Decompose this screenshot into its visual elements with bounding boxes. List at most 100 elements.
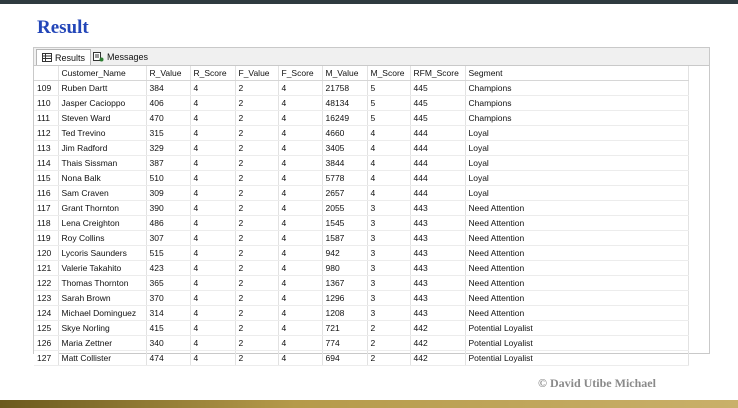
table-row[interactable]: 118 Lena Creighton 486 4 2 4 1545 3 443 Need Atte… (34, 215, 689, 231)
table-cell[interactable]: 2 (235, 230, 279, 246)
table-cell[interactable]: 2 (235, 110, 279, 126)
table-cell[interactable]: 390 (146, 200, 191, 216)
table-cell[interactable]: Sam Craven (58, 185, 147, 201)
table-cell[interactable]: 4 (278, 305, 323, 321)
table-cell[interactable]: 4 (278, 335, 323, 351)
table-row[interactable]: 115 Nona Balk 510 4 2 4 5778 4 444 Loyal (34, 170, 689, 186)
table-cell[interactable]: 2055 (322, 200, 368, 216)
table-cell[interactable]: 2 (235, 215, 279, 231)
table-cell[interactable]: 2 (235, 200, 279, 216)
table-cell[interactable]: 445 (410, 80, 466, 96)
table-cell[interactable]: 443 (410, 305, 466, 321)
table-cell[interactable]: 4 (278, 155, 323, 171)
row-number[interactable]: 122 (34, 275, 59, 291)
table-cell[interactable]: 415 (146, 320, 191, 336)
table-cell[interactable]: 2 (367, 335, 411, 351)
table-cell[interactable]: Jasper Cacioppo (58, 95, 147, 111)
table-cell[interactable]: Michael Dominguez (58, 305, 147, 321)
row-number[interactable]: 111 (34, 110, 59, 126)
table-row[interactable]: 127 Matt Collister 474 4 2 4 694 2 442 Potential … (34, 350, 689, 366)
column-header[interactable]: R_Score (190, 66, 236, 81)
table-row[interactable]: 109 Ruben Dartt 384 4 2 4 21758 5 445 Champions (34, 80, 689, 96)
table-cell[interactable]: Ted Trevino (58, 125, 147, 141)
table-cell[interactable]: 2 (235, 275, 279, 291)
table-row[interactable]: 112 Ted Trevino 315 4 2 4 4660 4 444 Loyal (34, 125, 689, 141)
table-cell[interactable]: 4 (278, 320, 323, 336)
table-cell[interactable]: 4 (190, 305, 236, 321)
row-number[interactable]: 110 (34, 95, 59, 111)
table-cell[interactable]: 4 (190, 335, 236, 351)
table-cell[interactable]: 4 (190, 290, 236, 306)
table-cell[interactable]: 4 (190, 80, 236, 96)
table-cell[interactable]: 442 (410, 335, 466, 351)
table-cell[interactable]: 2 (235, 320, 279, 336)
table-cell[interactable]: 1367 (322, 275, 368, 291)
table-cell[interactable]: Nona Balk (58, 170, 147, 186)
table-cell[interactable]: 2 (235, 260, 279, 276)
table-cell[interactable]: Steven Ward (58, 110, 147, 126)
table-cell[interactable]: 443 (410, 215, 466, 231)
table-cell[interactable]: 486 (146, 215, 191, 231)
table-cell[interactable]: 510 (146, 170, 191, 186)
table-cell[interactable]: 315 (146, 125, 191, 141)
table-cell[interactable]: 1296 (322, 290, 368, 306)
table-cell[interactable]: 3 (367, 230, 411, 246)
row-number[interactable]: 127 (34, 350, 59, 366)
table-cell[interactable]: 384 (146, 80, 191, 96)
table-cell[interactable]: 445 (410, 110, 466, 126)
row-number[interactable]: 124 (34, 305, 59, 321)
table-cell[interactable]: 307 (146, 230, 191, 246)
table-cell[interactable]: 444 (410, 185, 466, 201)
table-cell[interactable]: 1587 (322, 230, 368, 246)
table-cell[interactable]: 442 (410, 350, 466, 366)
table-cell[interactable]: 2 (235, 95, 279, 111)
table-cell[interactable]: 443 (410, 245, 466, 261)
tab-messages[interactable]: Messages (88, 49, 153, 65)
table-cell[interactable]: Need Attention (465, 275, 689, 291)
table-cell[interactable]: 4 (190, 320, 236, 336)
table-cell[interactable]: Loyal (465, 170, 689, 186)
table-cell[interactable]: 387 (146, 155, 191, 171)
table-cell[interactable]: Potential Loyalist (465, 350, 689, 366)
table-cell[interactable]: Champions (465, 80, 689, 96)
table-cell[interactable]: 314 (146, 305, 191, 321)
table-cell[interactable]: 340 (146, 335, 191, 351)
table-cell[interactable]: Loyal (465, 155, 689, 171)
row-number[interactable]: 123 (34, 290, 59, 306)
table-cell[interactable]: Thomas Thornton (58, 275, 147, 291)
table-cell[interactable]: 4 (278, 275, 323, 291)
table-cell[interactable]: 4 (190, 350, 236, 366)
table-cell[interactable]: 3844 (322, 155, 368, 171)
tab-results[interactable]: Results (36, 49, 92, 65)
table-cell[interactable]: 4 (278, 290, 323, 306)
table-row[interactable]: 116 Sam Craven 309 4 2 4 2657 4 444 Loyal (34, 185, 689, 201)
table-cell[interactable]: 445 (410, 95, 466, 111)
table-cell[interactable]: Lena Creighton (58, 215, 147, 231)
table-cell[interactable]: 4 (367, 185, 411, 201)
table-cell[interactable]: 16249 (322, 110, 368, 126)
table-cell[interactable]: 2657 (322, 185, 368, 201)
table-cell[interactable]: Need Attention (465, 215, 689, 231)
table-cell[interactable]: 5 (367, 80, 411, 96)
column-header[interactable]: M_Score (367, 66, 411, 81)
table-cell[interactable]: 444 (410, 125, 466, 141)
table-cell[interactable]: 942 (322, 245, 368, 261)
table-cell[interactable]: 4 (190, 215, 236, 231)
table-row[interactable]: 123 Sarah Brown 370 4 2 4 1296 3 443 Need Attenti… (34, 290, 689, 306)
row-number[interactable]: 116 (34, 185, 59, 201)
table-cell[interactable]: 329 (146, 140, 191, 156)
row-number[interactable]: 115 (34, 170, 59, 186)
row-number[interactable]: 118 (34, 215, 59, 231)
table-cell[interactable]: Lycoris Saunders (58, 245, 147, 261)
table-row[interactable]: 113 Jim Radford 329 4 2 4 3405 4 444 Loyal (34, 140, 689, 156)
table-cell[interactable]: 4 (367, 140, 411, 156)
table-cell[interactable]: 4 (190, 245, 236, 261)
table-row[interactable]: 121 Valerie Takahito 423 4 2 4 980 3 443 Need Att… (34, 260, 689, 276)
table-cell[interactable]: 3 (367, 200, 411, 216)
table-cell[interactable]: 442 (410, 320, 466, 336)
table-cell[interactable]: 4 (190, 230, 236, 246)
table-cell[interactable]: 4 (367, 155, 411, 171)
row-number[interactable]: 120 (34, 245, 59, 261)
table-cell[interactable]: 3 (367, 305, 411, 321)
table-row[interactable]: 120 Lycoris Saunders 515 4 2 4 942 3 443 Need Att… (34, 245, 689, 261)
